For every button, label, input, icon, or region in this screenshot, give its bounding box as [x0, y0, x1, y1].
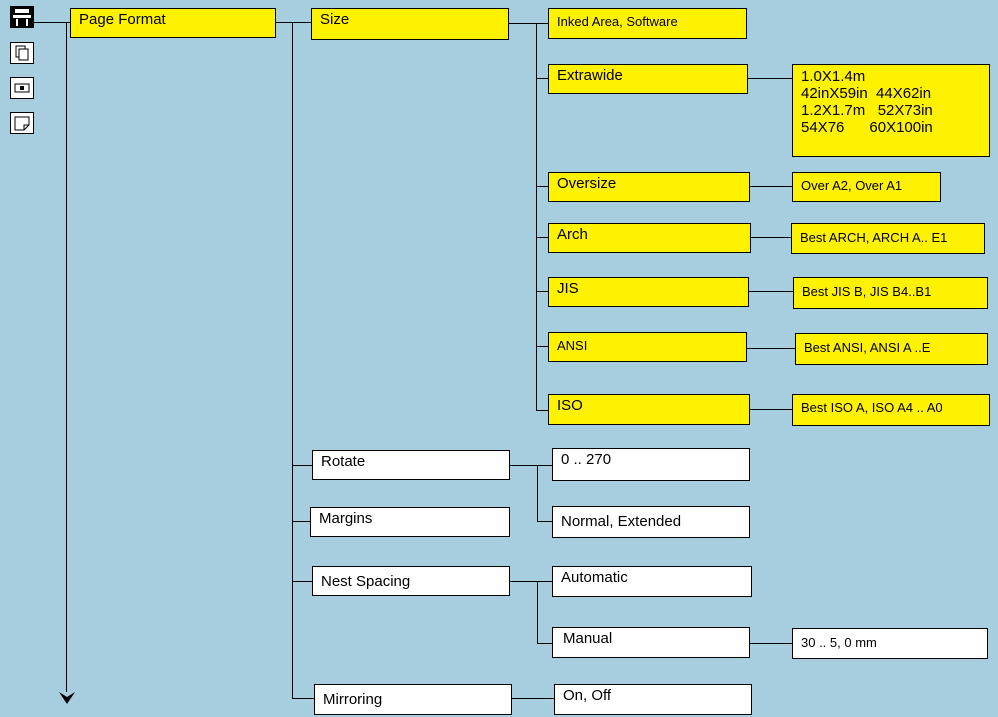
manual-value-box[interactable]: 30 .. 5, 0 mm	[792, 628, 988, 659]
arch-box[interactable]: Arch	[548, 223, 751, 253]
extrawide-box[interactable]: Extrawide	[548, 64, 748, 94]
iso-values-box: Best ISO A, ISO A4 .. A0	[792, 394, 990, 426]
connector-line	[750, 643, 792, 644]
icon-connector-line	[34, 22, 72, 23]
mirroring-value-box[interactable]: On, Off	[554, 684, 752, 715]
connector-line	[750, 186, 792, 187]
connector-line	[536, 291, 548, 292]
margins-box[interactable]: Margins	[310, 507, 510, 537]
oversize-box[interactable]: Oversize	[548, 172, 750, 202]
mirroring-box[interactable]: Mirroring	[314, 684, 512, 715]
rotate-box[interactable]: Rotate	[312, 450, 510, 480]
ansi-values-box: Best ANSI, ANSI A ..E	[795, 333, 988, 365]
jis-box[interactable]: JIS	[548, 277, 749, 307]
connector-line	[509, 23, 549, 24]
arch-values-box: Best ARCH, ARCH A.. E1	[791, 223, 985, 254]
level2-vertical-line	[292, 22, 293, 698]
down-arrow-icon	[59, 692, 75, 704]
connector-line	[292, 581, 312, 582]
size-box[interactable]: Size	[311, 8, 509, 40]
connector-line	[747, 348, 795, 349]
connector-line	[510, 465, 552, 466]
margins-value-box[interactable]: Normal, Extended	[552, 506, 750, 538]
main-axis-line	[66, 22, 67, 692]
rotate-value-box[interactable]: 0 .. 270	[552, 448, 750, 481]
connector-line	[536, 346, 548, 347]
connector-line	[750, 409, 792, 410]
jis-values-box: Best JIS B, JIS B4..B1	[793, 277, 988, 309]
connector-line	[292, 521, 310, 522]
iso-box[interactable]: ISO	[548, 394, 750, 425]
connector-line	[536, 237, 548, 238]
connector-line	[536, 410, 548, 411]
ansi-box[interactable]: ANSI	[548, 332, 747, 362]
connector-line	[276, 22, 311, 23]
nest-spacing-box[interactable]: Nest Spacing	[312, 566, 510, 596]
size-options-vertical-line	[536, 23, 537, 411]
connector-line	[536, 186, 548, 187]
plotter-icon[interactable]	[10, 6, 34, 28]
connector-line	[292, 465, 312, 466]
connector-line	[512, 698, 554, 699]
connector-line	[749, 291, 793, 292]
connector-line	[536, 78, 548, 79]
drive-icon[interactable]	[10, 77, 34, 99]
nest-vertical-line	[537, 581, 538, 643]
connector-line	[748, 78, 792, 79]
inked-area-box[interactable]: Inked Area, Software	[548, 8, 747, 39]
page-icon[interactable]	[10, 112, 34, 134]
connector-line	[537, 643, 552, 644]
connector-line	[537, 521, 552, 522]
rotate-vertical-line	[537, 465, 538, 521]
connector-line	[292, 698, 314, 699]
connector-line	[510, 581, 552, 582]
copy-icon[interactable]	[10, 42, 34, 64]
manual-box[interactable]: Manual	[552, 627, 750, 658]
oversize-values-box: Over A2, Over A1	[792, 172, 941, 202]
automatic-box[interactable]: Automatic	[552, 566, 752, 597]
page-format-box[interactable]: Page Format	[70, 8, 276, 38]
connector-line	[751, 237, 791, 238]
extrawide-values-box: 1.0X1.4m 42inX59in 44X62in 1.2X1.7m 52X7…	[792, 64, 990, 157]
